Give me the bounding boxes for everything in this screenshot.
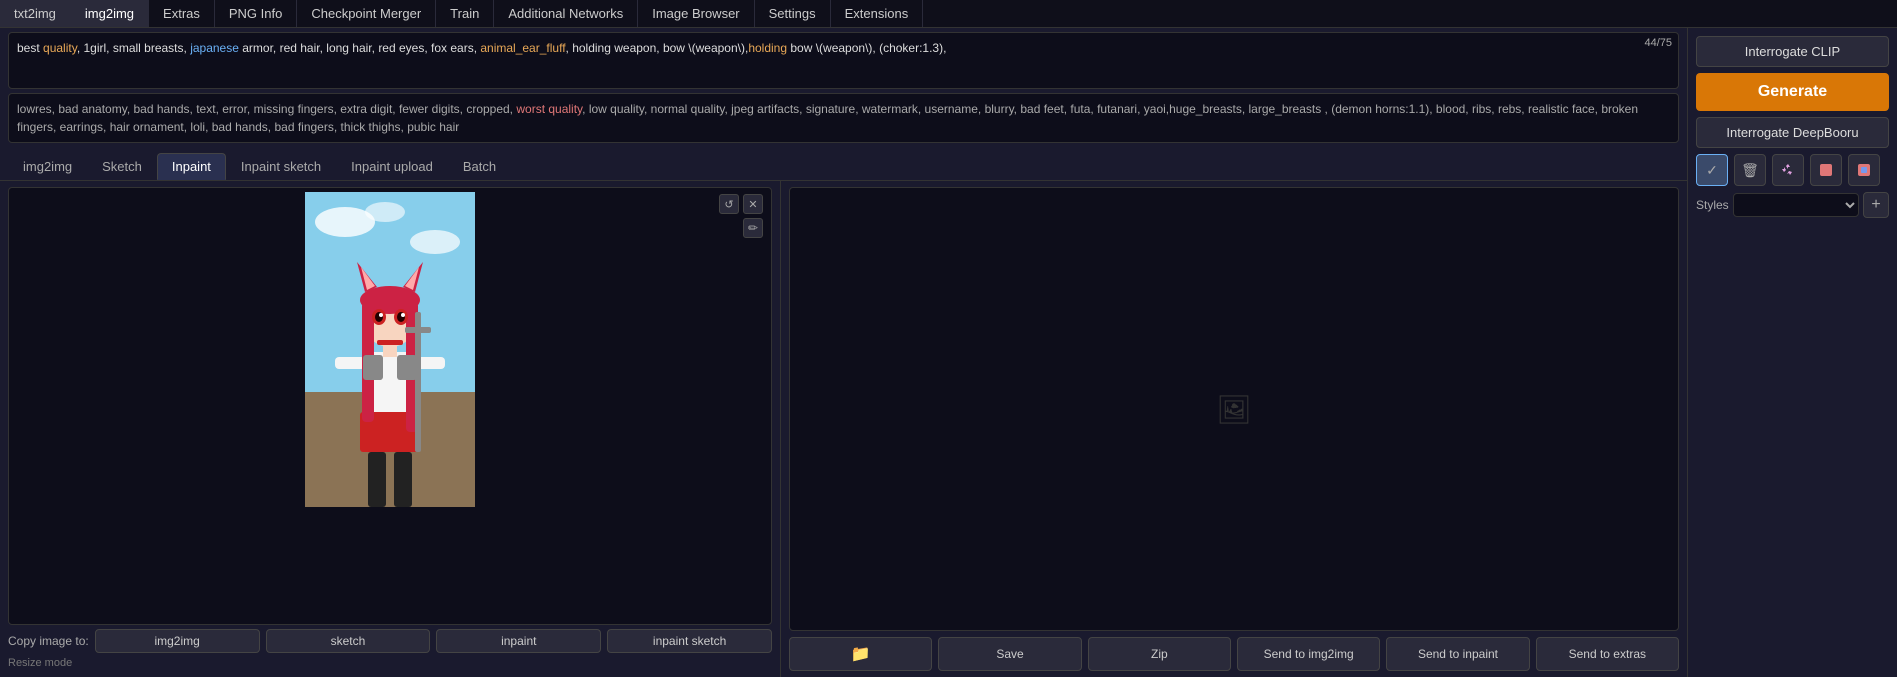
styles-row: Styles + [1696,192,1889,218]
tab-img2img[interactable]: img2img [8,153,87,180]
output-send-img2img-btn[interactable]: Send to img2img [1237,637,1380,671]
prompt-section: 44/75 best quality, 1girl, small breasts… [0,28,1687,147]
positive-prompt-box: 44/75 best quality, 1girl, small breasts… [8,32,1679,89]
copy-to-inpaint-sketch-btn[interactable]: inpaint sketch [607,629,772,653]
black-square-icon-btn[interactable] [1810,154,1842,186]
nav-item-extras[interactable]: Extras [149,0,215,27]
nav-item-settings[interactable]: Settings [755,0,831,27]
nav-item-train[interactable]: Train [436,0,494,27]
nav-item-additional-networks[interactable]: Additional Networks [494,0,638,27]
tab-inpaint-upload[interactable]: Inpaint upload [336,153,448,180]
canvas-area: ↺ ✕ ✏ [0,181,780,677]
canvas-brush-btn[interactable]: ✏ [743,218,763,238]
mode-tabs: img2img Sketch Inpaint Inpaint sketch In… [0,147,1687,181]
content-area: ↺ ✕ ✏ [0,181,1687,677]
copy-label: Copy image to: [8,634,89,648]
interrogate-deepbooru-btn[interactable]: Interrogate DeepBooru [1696,117,1889,148]
positive-prompt-text[interactable]: best quality, 1girl, small breasts, japa… [9,33,1678,88]
copy-to-sketch-btn[interactable]: sketch [266,629,431,653]
tab-batch[interactable]: Batch [448,153,511,180]
generate-btn[interactable]: Generate [1696,73,1889,111]
copy-to-inpaint-btn[interactable]: inpaint [436,629,601,653]
negative-prompt-text[interactable]: lowres, bad anatomy, bad hands, text, er… [8,93,1679,143]
icon-buttons-row: ✓ 🗑 [1696,154,1889,186]
output-save-btn[interactable]: Save [938,637,1081,671]
canvas-controls: ↺ ✕ [719,194,763,214]
interrogate-clip-btn[interactable]: Interrogate CLIP [1696,36,1889,67]
tab-inpaint-sketch[interactable]: Inpaint sketch [226,153,336,180]
styles-add-btn[interactable]: + [1863,192,1889,218]
white-square-icon-btn[interactable] [1848,154,1880,186]
canvas-box[interactable]: ↺ ✕ ✏ [8,187,772,625]
styles-label: Styles [1696,198,1729,212]
check-icon-btn[interactable]: ✓ [1696,154,1728,186]
resize-mode-label: Resize mode [8,655,772,671]
output-image-box: 🖼 [789,187,1679,631]
canvas-reset-btn[interactable]: ↺ [719,194,739,214]
top-nav: txt2img img2img Extras PNG Info Checkpoi… [0,0,1897,28]
nav-item-extensions[interactable]: Extensions [831,0,924,27]
output-send-extras-btn[interactable]: Send to extras [1536,637,1679,671]
tab-sketch[interactable]: Sketch [87,153,157,180]
right-panel: Interrogate CLIP Generate Interrogate De… [1687,28,1897,677]
output-send-inpaint-btn[interactable]: Send to inpaint [1386,637,1529,671]
anime-image [305,192,475,507]
nav-item-image-browser[interactable]: Image Browser [638,0,754,27]
output-zip-btn[interactable]: Zip [1088,637,1231,671]
prompt-counter: 44/75 [1644,37,1672,49]
recycle-icon-btn[interactable] [1772,154,1804,186]
trash-icon-btn[interactable]: 🗑 [1734,154,1766,186]
copy-image-to-row: Copy image to: img2img sketch inpaint in… [8,625,772,655]
nav-item-png-info[interactable]: PNG Info [215,0,297,27]
canvas-close-btn[interactable]: ✕ [743,194,763,214]
output-folder-btn[interactable]: 📁 [789,637,932,671]
styles-select[interactable] [1733,193,1859,217]
tab-inpaint[interactable]: Inpaint [157,153,226,180]
nav-item-txt2img[interactable]: txt2img [0,0,71,27]
output-area: 🖼 📁 Save Zip Send to img2img Send to inp… [780,181,1687,677]
copy-to-img2img-btn[interactable]: img2img [95,629,260,653]
left-panel: 44/75 best quality, 1girl, small breasts… [0,28,1687,677]
output-placeholder-icon: 🖼 [1216,393,1252,426]
output-actions: 📁 Save Zip Send to img2img Send to inpai… [789,631,1679,671]
nav-item-img2img[interactable]: img2img [71,0,149,27]
nav-item-checkpoint-merger[interactable]: Checkpoint Merger [297,0,436,27]
